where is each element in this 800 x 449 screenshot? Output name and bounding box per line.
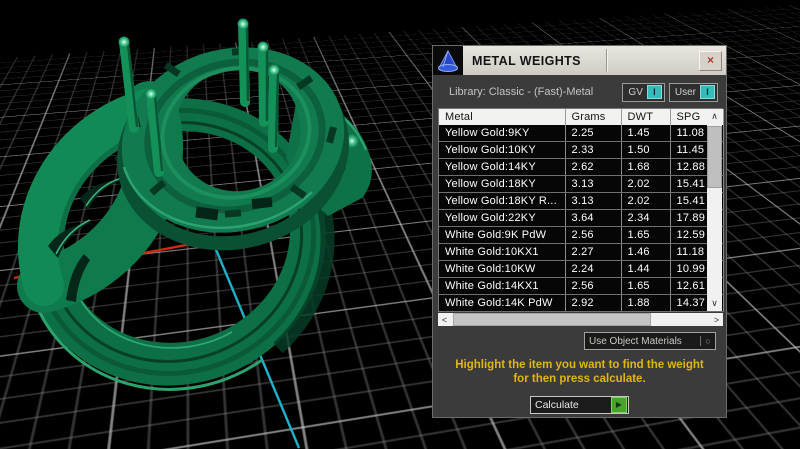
table-cell: 2.25 xyxy=(565,125,622,142)
table-cell: 2.24 xyxy=(565,260,622,278)
table-row[interactable]: Yellow Gold:18KY 3.13 2.02 15.41 xyxy=(439,175,724,193)
gv-button[interactable]: GV I xyxy=(622,82,665,102)
table-row[interactable]: White Gold:14KX1 2.56 1.65 12.61 xyxy=(439,277,724,295)
scroll-up-icon[interactable]: ∧ xyxy=(711,109,718,124)
table-cell: 1.65 xyxy=(621,277,671,295)
table-cell: Yellow Gold:14KY xyxy=(439,158,566,176)
close-button[interactable]: × xyxy=(699,50,722,71)
app-cone-icon xyxy=(433,46,463,75)
column-header: Grams xyxy=(565,109,622,125)
metal-weights-panel: METAL WEIGHTS × Library: Classic - (Fast… xyxy=(432,45,727,418)
table-cell: Yellow Gold:9KY xyxy=(439,125,566,142)
scroll-right-icon[interactable]: > xyxy=(710,315,723,325)
table-cell: 3.64 xyxy=(565,209,622,227)
vertical-scroll-thumb[interactable] xyxy=(707,126,722,188)
table-cell: Yellow Gold:18KY xyxy=(439,175,566,193)
user-button-label: User xyxy=(674,86,696,98)
table-row[interactable]: Yellow Gold:10KY 2.33 1.50 11.45 xyxy=(439,141,724,159)
table-cell: White Gold:9K PdW xyxy=(439,226,566,244)
instruction-line1: Highlight the item you want to find the … xyxy=(455,359,704,371)
table-cell: White Gold:10KW xyxy=(439,260,566,278)
table-cell: 2.27 xyxy=(565,243,622,261)
horizontal-scroll-thumb[interactable] xyxy=(453,313,651,326)
horizontal-scrollbar[interactable]: < > xyxy=(438,313,723,326)
table-cell: Yellow Gold:18KY R... xyxy=(439,192,566,210)
table-cell: 2.02 xyxy=(621,192,671,210)
table-row[interactable]: White Gold:10KW 2.24 1.44 10.99 xyxy=(439,260,724,278)
calculate-button-label: Calculate xyxy=(535,399,579,411)
table-cell: 1.88 xyxy=(621,294,671,312)
table-cell: 1.46 xyxy=(621,243,671,261)
table-cell: Yellow Gold:10KY xyxy=(439,141,566,159)
table-row[interactable]: White Gold:10KX1 2.27 1.46 11.18 xyxy=(439,243,724,261)
table-cell: 2.56 xyxy=(565,277,622,295)
instruction-line2: for then press calculate. xyxy=(513,373,646,385)
table-cell: 1.68 xyxy=(621,158,671,176)
table-cell: 2.62 xyxy=(565,158,622,176)
table-cell: 1.50 xyxy=(621,141,671,159)
table-cell: 2.34 xyxy=(621,209,671,227)
table-row[interactable]: Yellow Gold:18KY R... 3.13 2.02 15.41 xyxy=(439,192,724,210)
table-cell: 2.56 xyxy=(565,226,622,244)
ring-model xyxy=(13,18,372,449)
vertical-scrollbar[interactable]: ∧ ∨ xyxy=(707,109,722,311)
metal-table: Metal Grams DWT SPG Yellow Gold:9KY 2.25 1.45… xyxy=(438,108,724,312)
table-header-row: Metal Grams DWT SPG xyxy=(439,109,724,125)
table-cell: White Gold:14KX1 xyxy=(439,277,566,295)
use-object-materials-dropdown[interactable]: Use Object Materials ○ xyxy=(584,332,716,350)
table-row[interactable]: Yellow Gold:14KY 2.62 1.68 12.88 xyxy=(439,158,724,176)
use-object-materials-label: Use Object Materials xyxy=(589,335,682,347)
scroll-left-icon[interactable]: < xyxy=(438,315,451,325)
scroll-down-icon[interactable]: ∨ xyxy=(711,296,718,311)
table-cell: 2.02 xyxy=(621,175,671,193)
table-cell: 2.33 xyxy=(565,141,622,159)
panel-titlebar[interactable]: METAL WEIGHTS × xyxy=(433,46,726,75)
table-cell: 3.13 xyxy=(565,192,622,210)
app-window: METAL WEIGHTS × Library: Classic - (Fast… xyxy=(0,0,800,449)
calculate-play-icon[interactable]: ▶ xyxy=(611,397,627,413)
table-row[interactable]: Yellow Gold:9KY 2.25 1.45 11.08 xyxy=(439,125,724,142)
table-cell: 1.65 xyxy=(621,226,671,244)
column-header: DWT xyxy=(621,109,671,125)
table-cell: 1.44 xyxy=(621,260,671,278)
user-button[interactable]: User I xyxy=(668,82,718,102)
gv-indicator[interactable]: I xyxy=(646,85,662,99)
instruction-text: Highlight the item you want to find the … xyxy=(433,358,726,386)
library-label: Library: Classic - (Fast)-Metal xyxy=(449,86,594,98)
gv-button-label: GV xyxy=(628,86,643,98)
column-header: Metal xyxy=(439,109,566,125)
table-cell: Yellow Gold:22KY xyxy=(439,209,566,227)
table-cell: 2.92 xyxy=(565,294,622,312)
table-cell: 3.13 xyxy=(565,175,622,193)
panel-title: METAL WEIGHTS xyxy=(472,53,581,68)
table-row[interactable]: White Gold:9K PdW 2.56 1.65 12.59 xyxy=(439,226,724,244)
table-row[interactable]: White Gold:14K PdW 2.92 1.88 14.37 xyxy=(439,294,724,312)
user-indicator[interactable]: I xyxy=(700,85,715,99)
table-row[interactable]: Yellow Gold:22KY 3.64 2.34 17.89 xyxy=(439,209,724,227)
table-cell: White Gold:10KX1 xyxy=(439,243,566,261)
table-cell: 1.45 xyxy=(621,125,671,142)
calculate-button[interactable]: Calculate ▶ xyxy=(530,396,629,414)
dropdown-circle-icon[interactable]: ○ xyxy=(700,336,715,346)
table-cell: White Gold:14K PdW xyxy=(439,294,566,312)
